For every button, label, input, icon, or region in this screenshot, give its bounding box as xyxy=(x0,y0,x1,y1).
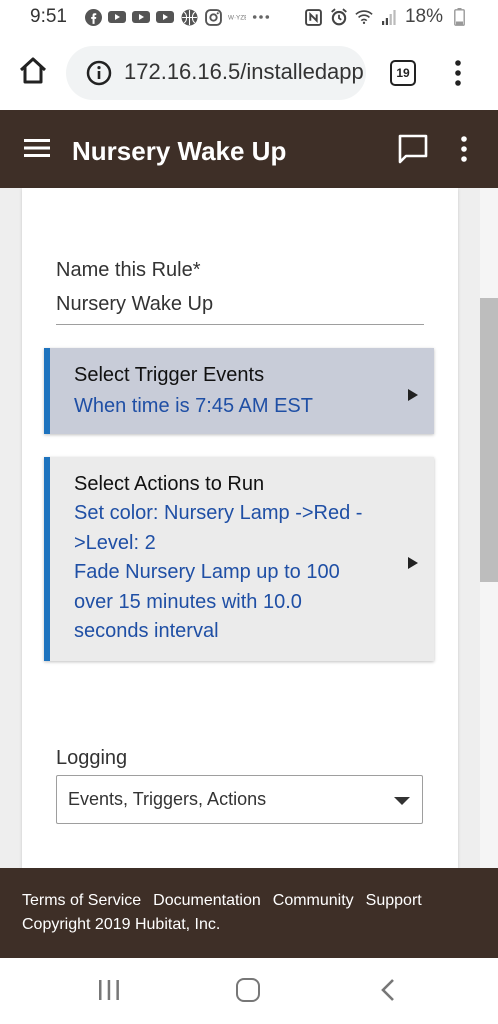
alarm-icon xyxy=(330,8,348,26)
recents-icon[interactable] xyxy=(98,980,120,1000)
youtube-icon xyxy=(108,8,126,26)
nfc-icon xyxy=(305,8,323,26)
basketball-icon xyxy=(180,8,198,26)
page-footer: Terms of Service Documentation Community… xyxy=(0,868,498,958)
app-header: Nursery Wake Up xyxy=(0,110,498,188)
footer-links: Terms of Service Documentation Community… xyxy=(22,892,422,910)
logging-select[interactable]: Events, Triggers, Actions xyxy=(56,775,423,824)
select-actions-button[interactable]: Select Actions to Run Set color: Nursery… xyxy=(44,457,434,661)
wyze-icon: W·YZE xyxy=(228,8,246,26)
browser-toolbar: 172.16.16.5/installedapp 19 xyxy=(0,36,498,110)
trigger-title: Select Trigger Events xyxy=(74,364,265,386)
chevron-down-icon xyxy=(394,797,410,805)
status-time: 9:51 xyxy=(30,6,67,27)
youtube-icon xyxy=(156,8,174,26)
hamburger-menu-icon[interactable] xyxy=(24,136,52,160)
rule-name-label: Name this Rule* xyxy=(56,259,201,281)
notification-icons: W·YZE xyxy=(84,8,270,26)
trigger-description: When time is 7:45 AM EST xyxy=(74,395,313,417)
rule-name-input[interactable]: Nursery Wake Up xyxy=(56,293,424,325)
copyright-text: Copyright 2019 Hubitat, Inc. xyxy=(22,916,221,933)
actions-title: Select Actions to Run xyxy=(74,473,265,495)
system-icons: 18% xyxy=(305,6,468,28)
scrollbar-thumb[interactable] xyxy=(480,298,498,582)
page-title: Nursery Wake Up xyxy=(72,136,287,166)
url-text[interactable]: 172.16.16.5/installedapp xyxy=(124,59,364,85)
logging-value: Events, Triggers, Actions xyxy=(68,789,267,809)
more-dots-icon xyxy=(252,8,270,26)
info-icon[interactable] xyxy=(86,60,112,86)
footer-link-community[interactable]: Community xyxy=(273,892,354,910)
signal-icon xyxy=(380,8,398,26)
facebook-icon xyxy=(84,8,102,26)
browser-menu-icon[interactable] xyxy=(450,58,466,88)
logging-label: Logging xyxy=(56,747,128,769)
tab-switcher-button[interactable]: 19 xyxy=(390,60,416,86)
youtube-icon xyxy=(132,8,150,26)
android-nav-bar xyxy=(0,958,498,1024)
footer-link-documentation[interactable]: Documentation xyxy=(153,892,261,910)
footer-link-terms[interactable]: Terms of Service xyxy=(22,892,141,910)
home-nav-icon[interactable] xyxy=(236,978,260,1002)
actions-description: Set color: Nursery Lamp ->Red - >Level: … xyxy=(74,502,363,642)
battery-icon xyxy=(450,8,468,26)
arrow-right-icon xyxy=(408,557,418,569)
instagram-icon xyxy=(204,8,222,26)
svg-text:W·YZE: W·YZE xyxy=(228,15,246,22)
home-icon[interactable] xyxy=(16,54,50,88)
arrow-right-icon xyxy=(408,389,418,401)
back-icon[interactable] xyxy=(380,978,396,1002)
chat-icon[interactable] xyxy=(396,132,430,166)
battery-percent: 18% xyxy=(404,6,443,27)
footer-link-support[interactable]: Support xyxy=(366,892,422,910)
status-bar: 9:51 W·YZE 18% xyxy=(0,0,498,36)
app-menu-icon[interactable] xyxy=(456,134,472,164)
address-bar[interactable]: 172.16.16.5/installedapp xyxy=(66,46,366,100)
select-trigger-events-button[interactable]: Select Trigger Events When time is 7:45 … xyxy=(44,348,434,434)
wifi-icon xyxy=(355,8,373,26)
